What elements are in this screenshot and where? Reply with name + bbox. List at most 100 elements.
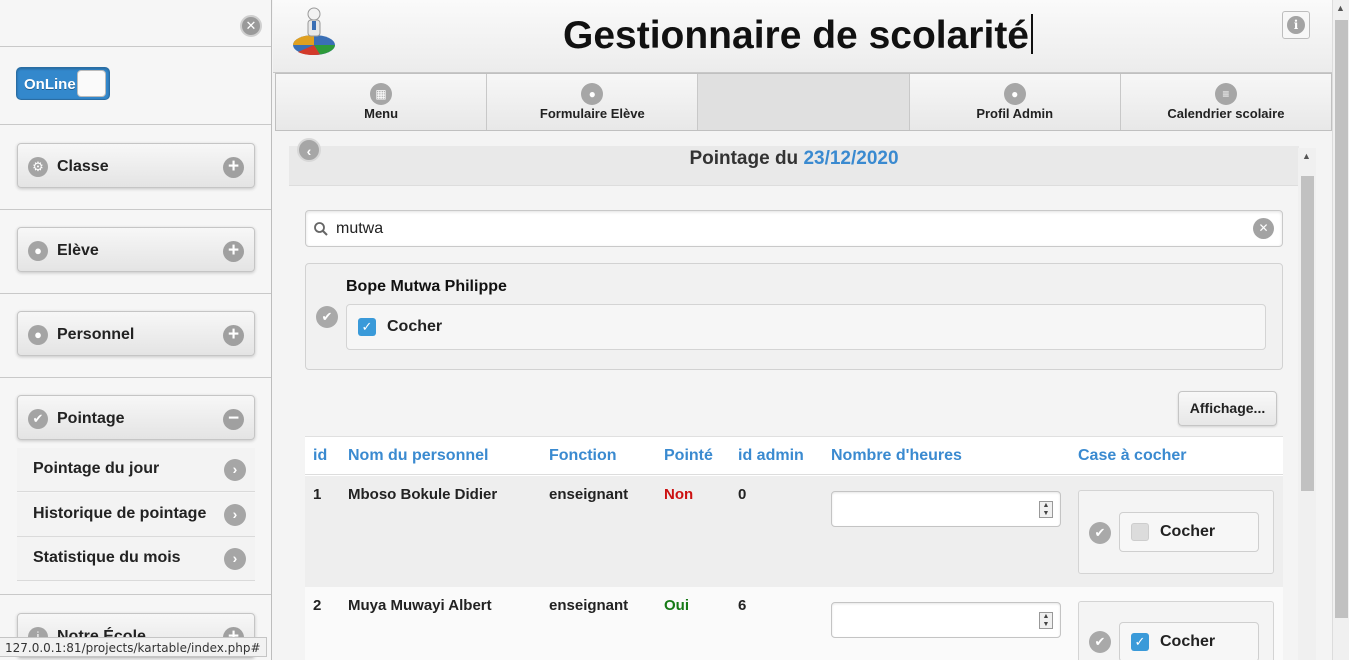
column-header: Fonction <box>549 447 617 464</box>
hours-input[interactable]: ▲ ▼ <box>831 491 1061 527</box>
submenu-statistique[interactable]: Statistique du mois › <box>17 537 255 581</box>
submenu-historique[interactable]: Historique de pointage › <box>17 493 255 537</box>
cell-fonction: enseignant <box>549 486 629 503</box>
menu-pointage[interactable]: ✔ Pointage − <box>17 395 255 440</box>
search-input[interactable] <box>334 218 1234 240</box>
tab-label: Menu <box>364 106 399 121</box>
nav-bar: ▦ Menu ● Formulaire Elève ● Profil Admin… <box>275 73 1332 131</box>
plus-icon: + <box>223 325 244 346</box>
submenu-label: Statistique du mois <box>33 549 181 566</box>
search-field[interactable]: ✕ <box>305 210 1283 247</box>
main-content: Pointage du 23/12/2020 ‹ ✕ Bope Mutwa Ph… <box>289 131 1317 660</box>
tab-label: Profil Admin <box>976 106 1054 121</box>
cell-name: Mboso Bokule Didier <box>348 486 498 503</box>
scroll-thumb[interactable] <box>1301 176 1314 491</box>
cell-name: Muya Muwayi Albert <box>348 597 492 614</box>
menu-label: Elève <box>57 242 99 259</box>
cell-id: 2 <box>313 597 322 614</box>
divider <box>0 124 271 125</box>
window-edge <box>1349 0 1366 660</box>
divider <box>0 46 271 47</box>
column-header: Nom du personnel <box>348 447 489 464</box>
case-a-cocher: ✔ Cocher <box>1078 490 1274 574</box>
checkbox-button[interactable]: ✓ Cocher <box>1119 622 1259 660</box>
chevron-right-icon: › <box>224 504 246 526</box>
clear-icon[interactable]: ✕ <box>1253 218 1274 239</box>
cell-pointe: Oui <box>664 597 689 614</box>
tab-label: Formulaire Elève <box>539 106 645 121</box>
divider <box>0 594 271 595</box>
chevron-right-icon: › <box>224 548 246 570</box>
menu-label: Personnel <box>57 326 135 343</box>
scroll-thumb[interactable] <box>1335 20 1348 618</box>
scroll-up-icon[interactable]: ▲ <box>1336 3 1345 13</box>
content-scrollbar[interactable]: ▲ <box>1298 148 1316 660</box>
tab-formulaire-eleve[interactable]: ● Formulaire Elève <box>487 74 699 130</box>
user-icon: ● <box>1003 83 1026 105</box>
bars-icon: ≡ <box>1214 83 1237 105</box>
spinner-icon[interactable]: ▲ ▼ <box>1039 501 1053 518</box>
tab-label: Calendrier scolaire <box>1167 106 1285 121</box>
cell-id: 1 <box>313 486 322 503</box>
column-header: Nombre d'heures <box>831 447 962 464</box>
toggle-knob[interactable] <box>77 70 106 97</box>
menu-eleve[interactable]: ● Elève + <box>17 227 255 272</box>
menu-label: Classe <box>57 158 109 175</box>
check-icon: ✔ <box>28 409 48 429</box>
submenu-pointage-du-jour[interactable]: Pointage du jour › <box>17 448 255 492</box>
page-scrollbar[interactable]: ▲ <box>1332 0 1349 660</box>
check-circle-icon: ✔ <box>316 306 338 328</box>
menu-personnel[interactable]: ● Personnel + <box>17 311 255 356</box>
online-toggle[interactable]: OnLine <box>16 67 110 100</box>
grid-icon: ▦ <box>370 83 393 105</box>
tab-menu[interactable]: ▦ Menu <box>276 74 488 130</box>
cell-id-admin: 6 <box>738 597 747 614</box>
back-icon[interactable]: ‹ <box>297 138 321 162</box>
divider <box>0 209 271 210</box>
info-button[interactable]: i <box>1282 11 1310 39</box>
tab-empty[interactable] <box>698 74 910 130</box>
chevron-right-icon: › <box>224 459 246 481</box>
affichage-button[interactable]: Affichage... <box>1178 391 1277 426</box>
checkbox-label: Cocher <box>387 318 443 335</box>
hours-input[interactable]: ▲ ▼ <box>831 602 1061 638</box>
check-circle-icon: ✔ <box>1089 631 1111 653</box>
table-row: 1 Mboso Bokule Didier enseignant Non 0 ▲… <box>305 476 1283 587</box>
submenu-label: Historique de pointage <box>33 505 207 522</box>
table-row: 2 Muya Muwayi Albert enseignant Oui 6 ▲ ▼… <box>305 587 1283 660</box>
checkbox-label: Cocher <box>1160 523 1216 540</box>
checkbox-checked[interactable]: ✓ <box>358 318 376 336</box>
tab-calendrier[interactable]: ≡ Calendrier scolaire <box>1120 74 1332 130</box>
column-header: id <box>313 447 328 464</box>
tab-profil-admin[interactable]: ● Profil Admin <box>909 74 1121 130</box>
column-header: id admin <box>738 447 804 464</box>
column-header: Pointé <box>664 447 713 464</box>
menu-label: Pointage <box>57 410 125 427</box>
logo-icon <box>293 7 335 56</box>
case-a-cocher: ✔ ✓ Cocher <box>1078 601 1274 660</box>
close-icon[interactable]: ✕ <box>240 15 262 37</box>
app-header: Gestionnaire de scolarité i <box>273 0 1332 73</box>
column-header: Case à cocher <box>1078 447 1187 464</box>
spinner-icon[interactable]: ▲ ▼ <box>1039 612 1053 629</box>
search-result-card: Bope Mutwa Philippe ✔ ✓ Cocher <box>305 263 1283 370</box>
result-name: Bope Mutwa Philippe <box>346 278 507 295</box>
result-checkbox-group[interactable]: ✓ Cocher <box>346 304 1266 350</box>
content-header: Pointage du 23/12/2020 ‹ <box>289 138 1299 186</box>
checkbox-label: Cocher <box>1160 633 1216 650</box>
info-icon: i <box>1287 16 1305 34</box>
online-label: OnLine <box>24 76 76 93</box>
table-header: id Nom du personnel Fonction Pointé id a… <box>305 437 1283 475</box>
checkbox-checked[interactable]: ✓ <box>1131 633 1149 651</box>
scroll-up-icon[interactable]: ▲ <box>1302 151 1311 161</box>
search-icon <box>314 222 328 236</box>
menu-classe[interactable]: ⚙ Classe + <box>17 143 255 188</box>
cell-fonction: enseignant <box>549 597 629 614</box>
checkbox-button[interactable]: Cocher <box>1119 512 1259 552</box>
divider <box>0 377 271 378</box>
cell-pointe: Non <box>664 486 694 503</box>
plus-icon: + <box>223 157 244 178</box>
checkbox-unchecked[interactable] <box>1131 523 1149 541</box>
title-prefix: Pointage du <box>689 148 799 169</box>
cell-id-admin: 0 <box>738 486 747 503</box>
